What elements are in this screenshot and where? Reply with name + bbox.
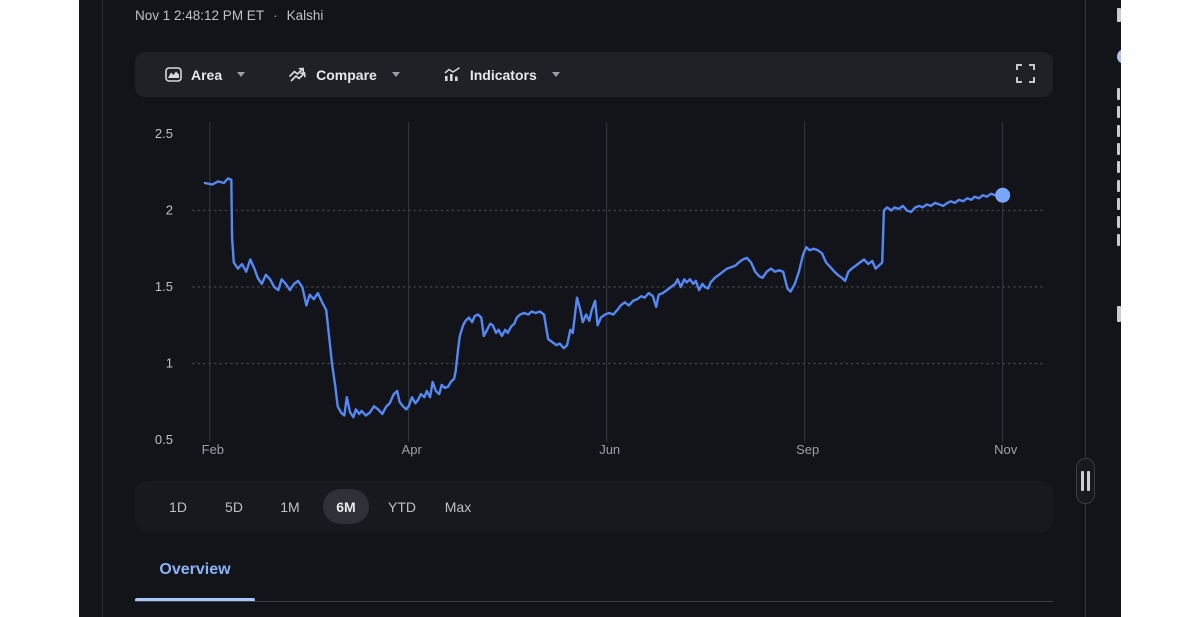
quote-timestamp: Nov 1 2:48:12 PM ET: [135, 8, 264, 23]
clipped-text-fragment: [1117, 198, 1120, 210]
compare-dropdown[interactable]: Compare: [289, 67, 400, 83]
left-rail-divider: [102, 0, 103, 617]
clipped-text-fragment: [1117, 88, 1120, 100]
indicators-icon: [444, 67, 461, 82]
range-button-5d[interactable]: 5D: [211, 489, 257, 524]
x-tick-label: Sep: [796, 442, 819, 457]
y-tick-label: 1.5: [155, 279, 173, 294]
quote-source: Kalshi: [287, 8, 324, 23]
x-tick-label: Apr: [402, 442, 423, 457]
indicators-dropdown[interactable]: Indicators: [444, 67, 560, 83]
y-tick-label: 2.5: [155, 126, 173, 141]
tab-divider: [135, 601, 1053, 602]
grip-bar-icon: [1081, 471, 1084, 491]
compare-icon: [289, 67, 307, 82]
chevron-down-icon: [552, 72, 560, 77]
x-tick-label: Nov: [994, 442, 1018, 457]
clipped-text-fragment: [1117, 161, 1120, 173]
fullscreen-icon: [1016, 64, 1035, 83]
fullscreen-button[interactable]: [1012, 60, 1039, 90]
area-chart-icon: [165, 67, 182, 82]
clipped-text-fragment: [1117, 306, 1121, 322]
clipped-text-fragment: [1117, 125, 1120, 137]
tab-overview[interactable]: Overview: [135, 561, 255, 579]
range-button-1m[interactable]: 1M: [267, 489, 313, 524]
y-tick-label: 2: [166, 203, 173, 218]
y-tick-label: 1: [166, 356, 173, 371]
chart-toolbar: Area Compare Indicators: [135, 52, 1053, 97]
range-button-ytd[interactable]: YTD: [379, 489, 425, 524]
tab-overview-label: Overview: [159, 561, 230, 578]
app-window: Nov 1 2:48:12 PM ET · Kalshi Area Compar…: [79, 0, 1121, 617]
range-button-1d[interactable]: 1D: [155, 489, 201, 524]
last-price-dot: [995, 188, 1010, 203]
y-tick-label: 0.5: [155, 432, 173, 447]
panel-divider: [1085, 0, 1086, 617]
clipped-bullet-fragment: [1117, 49, 1121, 64]
quote-meta: Nov 1 2:48:12 PM ET · Kalshi: [135, 8, 323, 23]
price-line: [205, 178, 1003, 417]
chevron-down-icon: [392, 72, 400, 77]
clipped-text-fragment: [1117, 216, 1120, 228]
indicators-label: Indicators: [470, 67, 537, 83]
chevron-down-icon: [237, 72, 245, 77]
chart-type-dropdown[interactable]: Area: [165, 67, 245, 83]
clipped-text-fragment: [1117, 180, 1120, 192]
clipped-text-fragment: [1117, 8, 1121, 22]
grip-bar-icon: [1087, 471, 1090, 491]
time-range-bar: 1D 5D 1M 6M YTD Max: [135, 481, 1053, 532]
x-tick-label: Jun: [599, 442, 620, 457]
clipped-text-fragment: [1117, 143, 1120, 155]
range-button-6m[interactable]: 6M: [323, 489, 369, 524]
compare-label: Compare: [316, 67, 377, 83]
clipped-text-fragment: [1117, 106, 1120, 118]
x-tick-label: Feb: [202, 442, 224, 457]
range-button-max[interactable]: Max: [435, 489, 481, 524]
panel-resize-handle[interactable]: [1076, 458, 1095, 504]
clipped-text-fragment: [1117, 234, 1120, 246]
separator-dot: ·: [273, 8, 278, 23]
price-chart[interactable]: Feb Apr Jun Sep Nov 2.5 2 1.5 1 0.5: [135, 110, 1053, 470]
chart-type-label: Area: [191, 67, 222, 83]
